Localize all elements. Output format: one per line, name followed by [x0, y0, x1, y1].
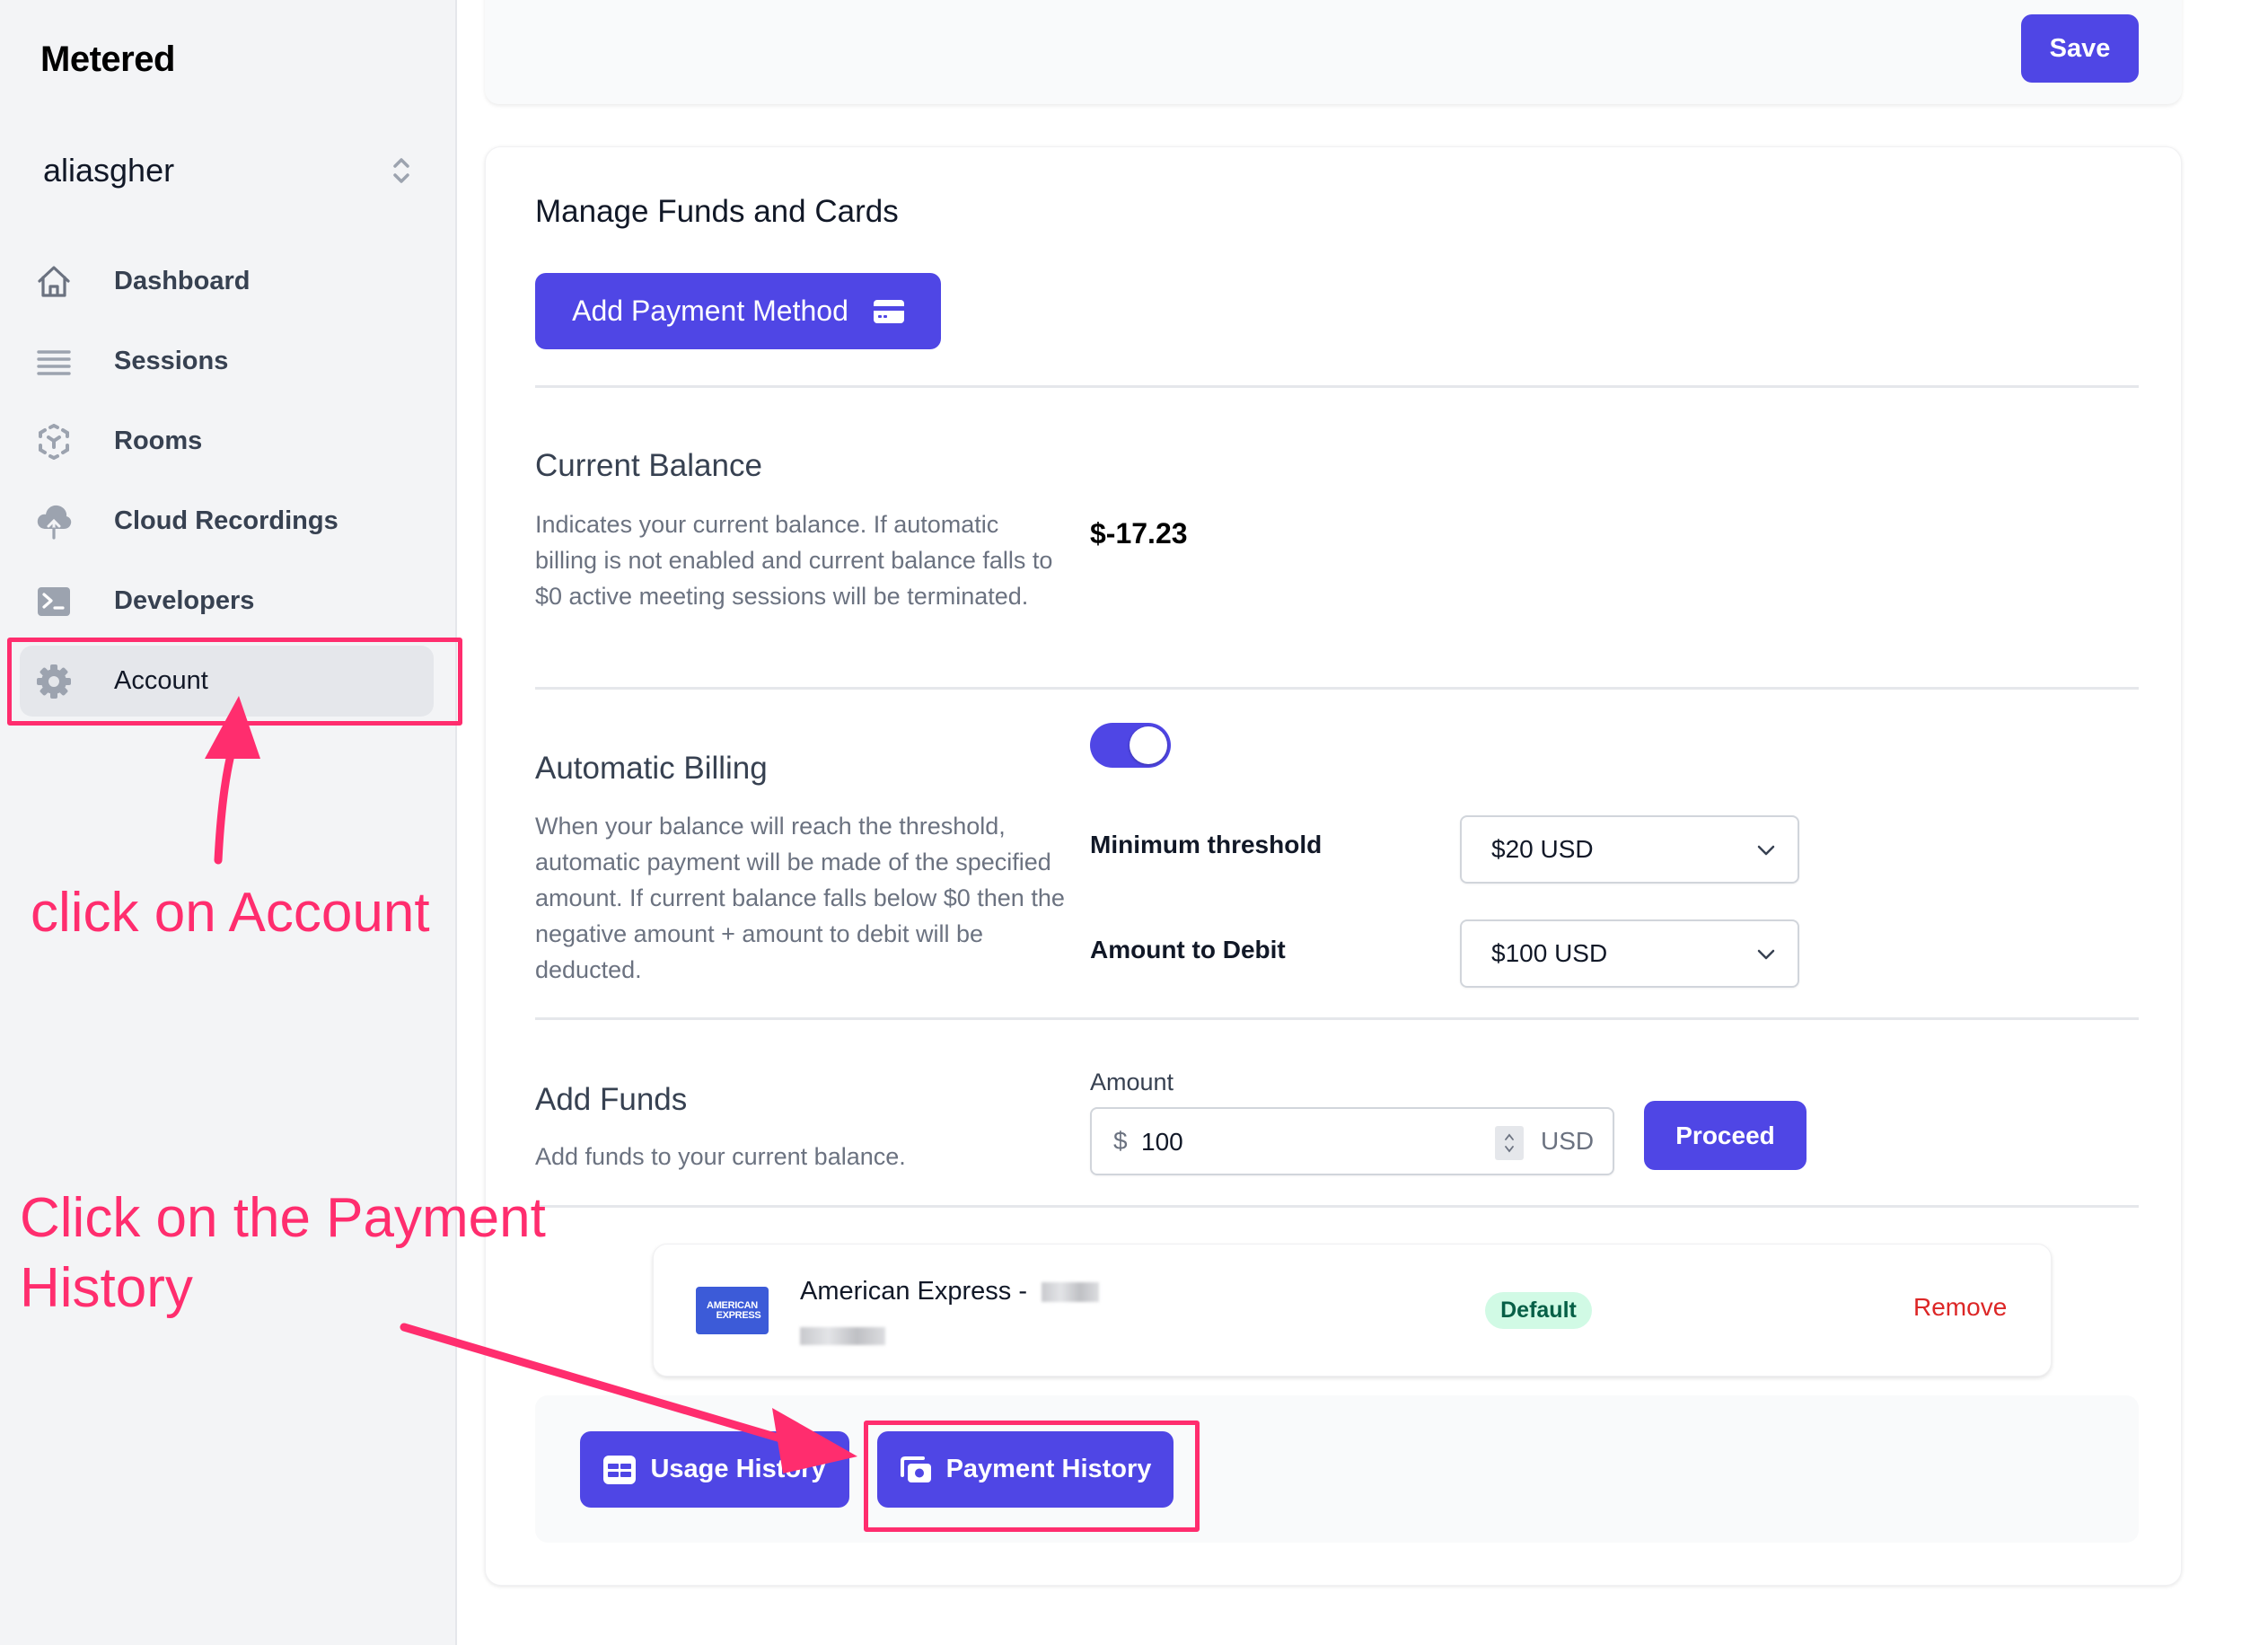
cloud-upload-icon — [36, 504, 72, 540]
amex-logo-icon: AMERICAN EXPRESS — [696, 1287, 769, 1334]
annotation-click-payment-line2: History — [20, 1257, 193, 1319]
minimum-threshold-label: Minimum threshold — [1090, 831, 1323, 858]
sidebar-nav: Dashboard Sessions Rooms Cloud Recording… — [20, 246, 434, 726]
add-payment-method-button[interactable]: Add Payment Method — [535, 273, 941, 349]
sidebar-item-developers[interactable]: Developers — [20, 566, 434, 637]
divider — [535, 687, 2139, 690]
divider — [535, 1205, 2139, 1208]
add-payment-method-label: Add Payment Method — [572, 295, 848, 327]
amount-field: $ USD — [1090, 1107, 1614, 1175]
default-badge: Default — [1485, 1292, 1592, 1329]
redacted-card-number — [1042, 1282, 1100, 1303]
usage-history-label: Usage History — [650, 1455, 826, 1483]
payment-history-label: Payment History — [945, 1455, 1152, 1483]
sidebar-item-label: Dashboard — [114, 267, 251, 295]
sidebar-item-account[interactable]: Account — [20, 646, 434, 717]
credit-card-icon — [873, 299, 904, 323]
sidebar-item-sessions[interactable]: Sessions — [20, 326, 434, 397]
payment-history-button[interactable]: Payment History — [877, 1431, 1174, 1508]
stepper-arrows-icon — [1505, 1133, 1514, 1153]
cash-icon — [900, 1456, 931, 1482]
redacted-card-expiry — [800, 1327, 885, 1345]
sidebar-item-label: Account — [114, 666, 208, 695]
add-funds-description: Add funds to your current balance. — [535, 1143, 906, 1170]
usage-history-button[interactable]: Usage History — [580, 1431, 849, 1508]
sidebar-item-rooms[interactable]: Rooms — [20, 406, 434, 477]
chevron-up-down-icon — [393, 158, 409, 183]
chevron-down-icon — [1757, 845, 1775, 856]
add-funds-heading: Add Funds — [535, 1082, 688, 1117]
table-icon — [603, 1455, 637, 1484]
amount-to-debit-select[interactable]: $100 USD — [1460, 919, 1799, 988]
currency-prefix: $ — [1113, 1127, 1128, 1155]
org-name: aliasgher — [43, 152, 175, 189]
sidebar-item-label: Sessions — [114, 347, 229, 375]
menu-lines-icon — [36, 344, 72, 380]
current-balance-heading: Current Balance — [535, 448, 762, 483]
sidebar: Metered aliasgher Dashboard Sessions Roo… — [0, 0, 457, 1645]
save-button[interactable]: Save — [2021, 14, 2139, 83]
current-balance-value: $-17.23 — [1090, 517, 1188, 550]
currency-suffix: USD — [1541, 1127, 1595, 1155]
sidebar-item-cloud-recordings[interactable]: Cloud Recordings — [20, 486, 434, 557]
payment-method-item: AMERICAN EXPRESS American Express - Defa… — [653, 1244, 2052, 1377]
page-title: Manage Funds and Cards — [535, 194, 899, 229]
sidebar-item-label: Developers — [114, 586, 255, 615]
terminal-icon — [36, 584, 72, 620]
amount-stepper[interactable] — [1495, 1126, 1524, 1160]
gear-icon — [36, 664, 72, 699]
toggle-knob — [1130, 726, 1167, 764]
amount-label: Amount — [1090, 1069, 1174, 1095]
org-switcher[interactable]: aliasgher — [43, 144, 411, 198]
top-action-bar — [485, 0, 2182, 104]
amount-to-debit-label: Amount to Debit — [1090, 936, 1286, 963]
automatic-billing-heading: Automatic Billing — [535, 751, 768, 786]
home-icon — [36, 264, 72, 300]
rooms-cube-icon — [36, 423, 72, 460]
amount-input[interactable] — [1141, 1125, 1482, 1159]
chevron-down-icon — [1757, 949, 1775, 960]
remove-payment-method-link[interactable]: Remove — [1913, 1293, 2007, 1322]
sidebar-item-dashboard[interactable]: Dashboard — [20, 246, 434, 317]
payment-method-name: American Express - — [800, 1277, 1100, 1306]
automatic-billing-description: When your balance will reach the thresho… — [535, 813, 1065, 983]
minimum-threshold-select[interactable]: $20 USD — [1460, 815, 1799, 884]
proceed-button[interactable]: Proceed — [1644, 1101, 1806, 1170]
divider — [535, 1017, 2139, 1020]
automatic-billing-toggle[interactable] — [1090, 723, 1171, 768]
current-balance-description: Indicates your current balance. If autom… — [535, 511, 1053, 610]
amount-to-debit-value: $100 USD — [1491, 939, 1608, 967]
annotation-click-payment-line1: Click on the Payment — [20, 1187, 546, 1249]
sidebar-item-label: Rooms — [114, 427, 203, 455]
divider — [535, 385, 2139, 388]
annotation-click-account: click on Account — [31, 882, 430, 944]
sidebar-item-label: Cloud Recordings — [114, 506, 338, 535]
brand-logo-text: Metered — [40, 40, 175, 79]
minimum-threshold-value: $20 USD — [1491, 835, 1594, 863]
